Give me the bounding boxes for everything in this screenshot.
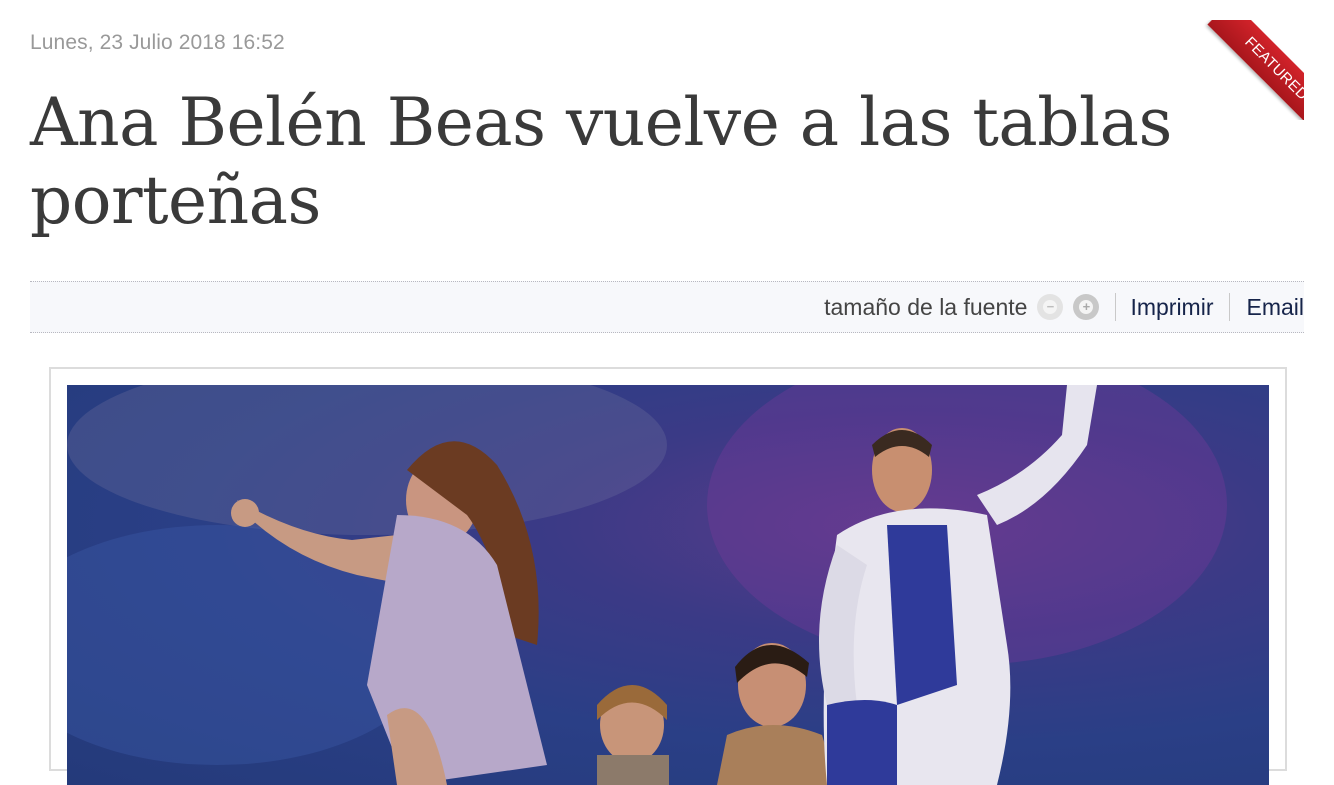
toolbar-divider	[1229, 293, 1231, 321]
print-link[interactable]: Imprimir	[1130, 294, 1213, 321]
decrease-font-button[interactable]: −	[1037, 294, 1064, 320]
font-size-label: tamaño de la fuente	[824, 293, 1028, 320]
article-photo	[67, 385, 1269, 785]
actor-figure	[717, 643, 837, 785]
article-image-frame	[49, 367, 1287, 785]
increase-font-button[interactable]: +	[1073, 294, 1100, 320]
email-link[interactable]: Email	[1246, 294, 1304, 321]
minus-circle-icon: −	[1043, 300, 1058, 314]
article-toolbar: tamaño de la fuente − + Imprimir Email	[30, 281, 1304, 333]
theater-cast-photo	[67, 385, 1227, 785]
toolbar-divider	[1115, 293, 1117, 321]
featured-ribbon: FEATURED	[1200, 20, 1304, 120]
article-date: Lunes, 23 Julio 2018 16:52	[30, 31, 285, 54]
article-title: Ana Belén Beas vuelve a las tablas porte…	[30, 84, 1172, 239]
plus-circle-icon: +	[1079, 300, 1094, 314]
article-tools: tamaño de la fuente − + Imprimir Email	[824, 282, 1304, 332]
featured-badge: FEATURED	[1207, 20, 1304, 120]
actress-small-figure	[597, 685, 669, 785]
